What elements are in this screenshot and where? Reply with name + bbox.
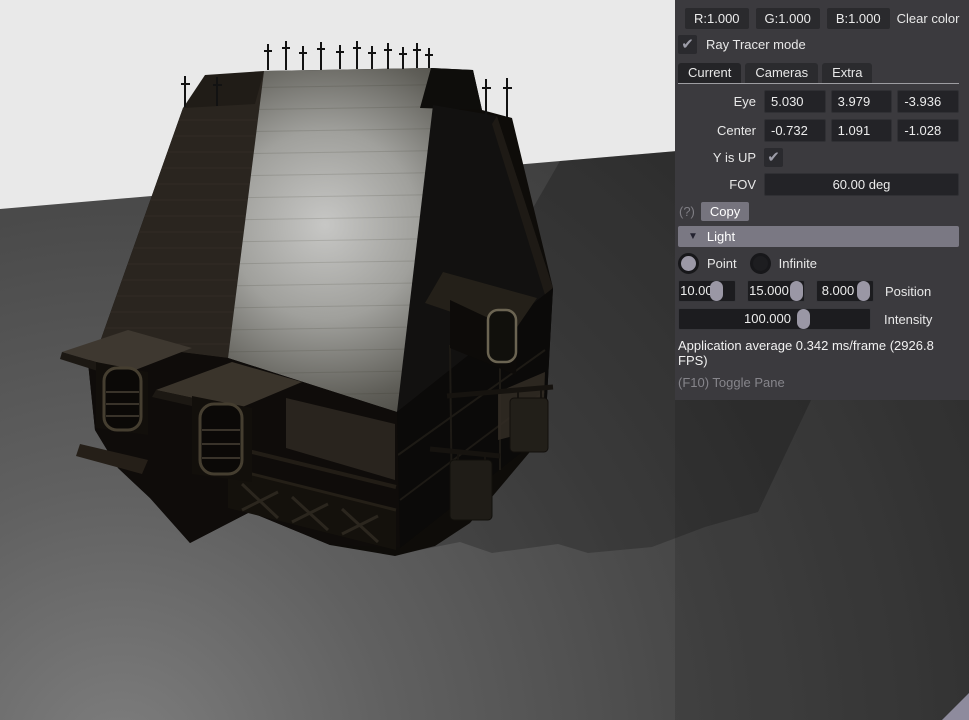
clear-color-label: Clear color <box>896 11 960 26</box>
light-intensity-row: 100.000 Intensity <box>678 308 959 330</box>
point-radio[interactable] <box>678 253 699 274</box>
dormer3-window <box>486 308 518 364</box>
fov-row: FOV 60.00 deg <box>678 173 959 196</box>
control-pane-content: R:1.000 G:1.000 B:1.000 Clear color ✔ Ra… <box>675 0 969 400</box>
center-z-field[interactable]: -1.028 <box>897 119 960 142</box>
rear-wing-roof <box>420 68 482 110</box>
light-type-row: Point Infinite <box>678 253 959 274</box>
tab-current[interactable]: Current <box>678 63 742 83</box>
ray-tracer-row: ✔ Ray Tracer mode <box>678 35 959 54</box>
tab-underline <box>678 83 959 84</box>
toggle-pane-hint: (F10) Toggle Pane <box>678 375 785 390</box>
tab-cameras[interactable]: Cameras <box>745 63 819 83</box>
dormer2-window <box>198 402 244 476</box>
light-position-x-slider[interactable]: 10.000 <box>678 280 736 302</box>
eye-y-field[interactable]: 3.979 <box>830 90 893 113</box>
resize-grip[interactable] <box>942 693 969 720</box>
app-window: R:1.000 G:1.000 B:1.000 Clear color ✔ Ra… <box>0 0 969 720</box>
light-position-z-slider[interactable]: 8.000 <box>816 280 874 302</box>
light-section-header[interactable]: ▼ Light <box>678 226 959 247</box>
light-position-label: Position <box>885 283 932 299</box>
eye-row: Eye 5.030 3.979 -3.936 <box>678 90 960 113</box>
light-intensity-handle[interactable] <box>797 309 811 329</box>
fps-stats: Application average 0.342 ms/frame (2926… <box>678 338 934 368</box>
infinite-radio-label: Infinite <box>778 256 817 271</box>
sign-lower <box>449 459 493 521</box>
light-position-z-value: 8.000 <box>821 283 855 298</box>
copy-button[interactable]: Copy <box>700 202 750 221</box>
eye-z-field[interactable]: -3.936 <box>897 90 960 113</box>
red-value-button[interactable]: R:1.000 <box>685 8 749 29</box>
green-value-button[interactable]: G:1.000 <box>755 8 820 29</box>
sign-upper <box>509 397 549 453</box>
light-position-z-handle[interactable] <box>857 281 871 301</box>
ray-tracer-checkbox[interactable]: ✔ <box>678 35 697 54</box>
help-link[interactable]: (?) <box>679 204 695 219</box>
point-radio-label: Point <box>707 256 737 271</box>
y-up-checkbox[interactable]: ✔ <box>764 148 783 167</box>
control-pane: R:1.000 G:1.000 B:1.000 Clear color ✔ Ra… <box>675 0 969 720</box>
light-position-x-handle[interactable] <box>710 281 724 301</box>
eye-label: Eye <box>733 94 756 109</box>
y-up-label: Y is UP <box>712 150 756 165</box>
tab-extra[interactable]: Extra <box>822 63 873 83</box>
center-y-field[interactable]: 1.091 <box>830 119 893 142</box>
light-section-title: Light <box>706 229 736 244</box>
light-intensity-value: 100.000 <box>744 311 791 326</box>
eye-x-field[interactable]: 5.030 <box>764 90 826 113</box>
light-position-row: 10.000 15.000 8.000 Position <box>678 280 959 302</box>
center-row: Center -0.732 1.091 -1.028 <box>678 119 960 142</box>
y-up-row: Y is UP ✔ <box>678 148 959 167</box>
light-position-y-handle[interactable] <box>790 281 803 301</box>
dormer1-window <box>102 366 143 432</box>
copy-row: (?) Copy <box>678 202 959 221</box>
light-position-y-slider[interactable]: 15.000 <box>747 280 805 302</box>
fov-field[interactable]: 60.00 deg <box>764 173 959 196</box>
clear-color-row: R:1.000 G:1.000 B:1.000 Clear color <box>678 8 960 29</box>
infinite-radio[interactable] <box>749 253 771 274</box>
light-intensity-label: Intensity <box>884 311 933 327</box>
center-x-field[interactable]: -0.732 <box>764 119 826 142</box>
collapse-triangle-icon[interactable]: ▼ <box>688 231 698 242</box>
center-label: Center <box>716 123 756 138</box>
light-position-y-value: 15.000 <box>749 283 789 298</box>
ray-tracer-label: Ray Tracer mode <box>706 37 806 52</box>
fov-label: FOV <box>729 177 756 192</box>
light-intensity-slider[interactable]: 100.000 <box>678 308 871 330</box>
camera-tabs: Current Cameras Extra <box>678 63 959 83</box>
blue-value-button[interactable]: B:1.000 <box>826 8 890 29</box>
